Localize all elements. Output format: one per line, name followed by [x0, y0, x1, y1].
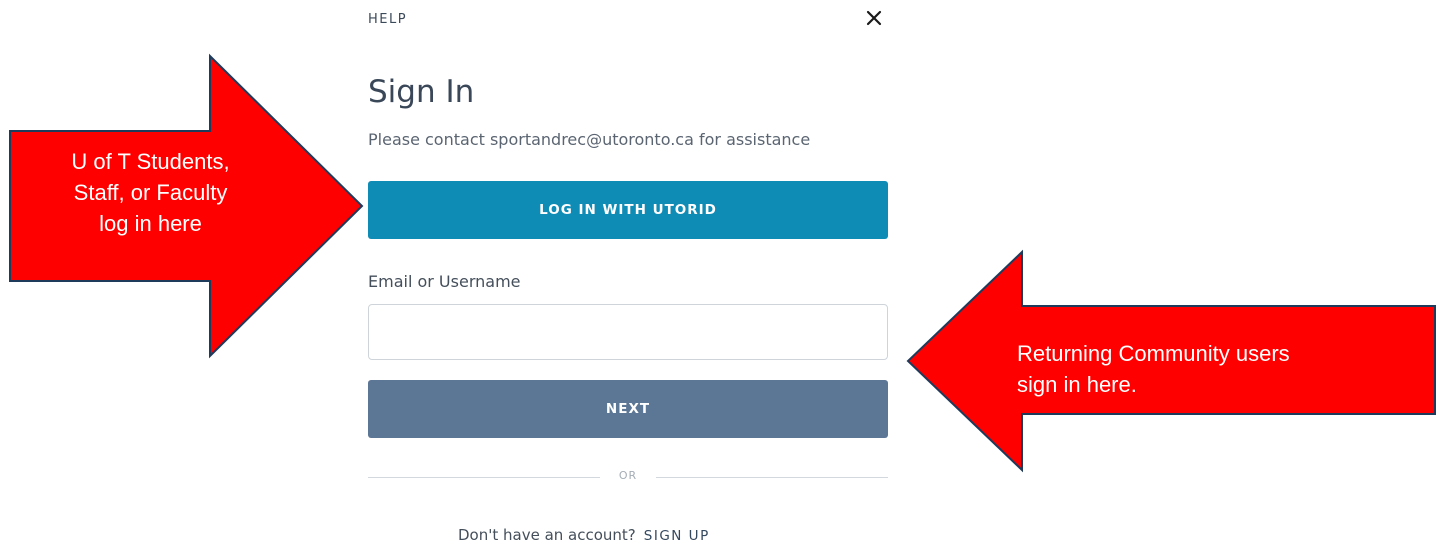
annotation-arrows: [9, 53, 1436, 473]
left-callout-line: U of T Students,: [71, 149, 230, 174]
left-callout-line: Staff, or Faculty: [73, 180, 228, 205]
right-callout-line: Returning Community users: [1017, 341, 1290, 366]
left-callout-line: log in here: [99, 211, 202, 236]
right-callout-line: sign in here.: [1017, 372, 1137, 397]
left-callout-text: U of T Students, Staff, or Faculty log i…: [28, 146, 273, 239]
right-callout-text: Returning Community users sign in here.: [1017, 338, 1417, 400]
